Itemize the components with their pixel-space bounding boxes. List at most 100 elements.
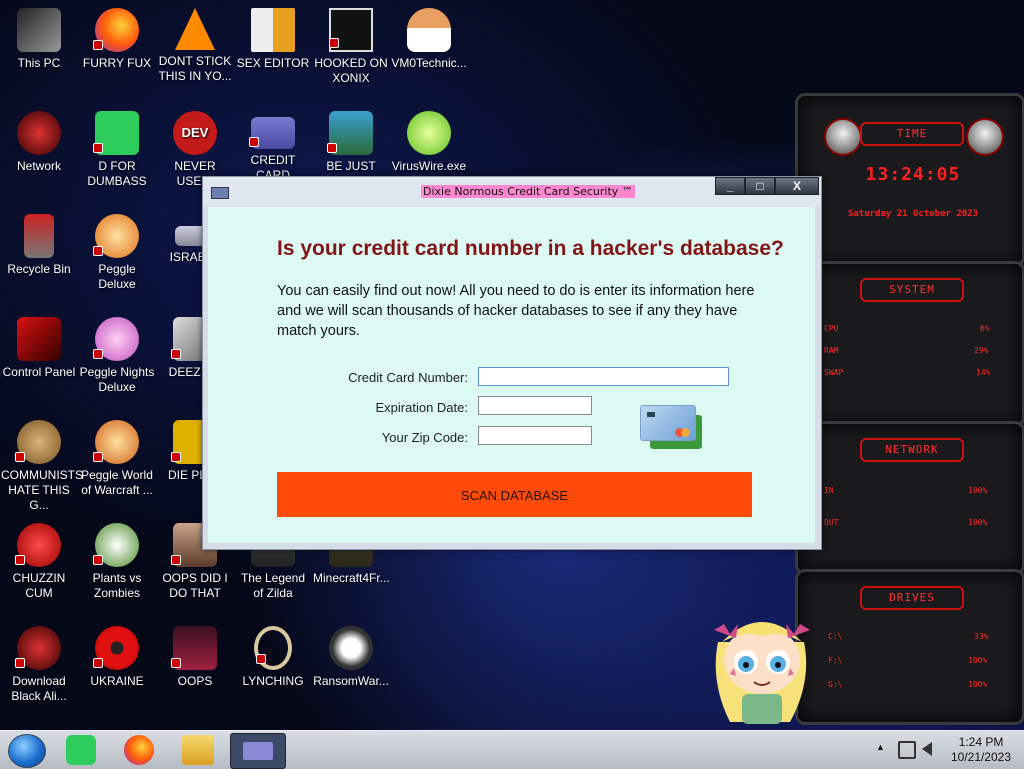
icon-label: Peggle World of Warcraft ... xyxy=(81,468,153,497)
desktop-icon-furry-fux[interactable]: FURRY FUX xyxy=(78,2,156,71)
vlc-cone-icon xyxy=(175,8,215,50)
taskbar-time: 1:24 PM xyxy=(958,735,1004,749)
this-pc-icon xyxy=(17,8,61,52)
icon-label: VM0Technic... xyxy=(391,56,467,70)
icon-label: DONT STICK THIS IN YO... xyxy=(158,54,232,83)
dev-cpp-icon: DEV xyxy=(173,111,217,155)
network-title: NETWORK xyxy=(860,438,964,462)
close-button[interactable]: X xyxy=(775,177,819,195)
warning-badge-icon xyxy=(15,658,25,668)
pvz-icon xyxy=(93,523,139,567)
icon-label: RansomWar... xyxy=(313,674,389,688)
limewire-icon xyxy=(407,111,451,155)
minimize-button[interactable]: _ xyxy=(715,177,745,195)
credit-card-icon xyxy=(249,117,295,149)
icon-label: LYNCHING xyxy=(242,674,304,688)
desktop-icon-peggle-deluxe[interactable]: Peggle Deluxe xyxy=(78,208,156,292)
icon-label: COMMUNISTS HATE THIS G... xyxy=(1,468,83,512)
desktop-icon-lynching[interactable]: LYNCHING xyxy=(234,620,312,689)
dude-icon xyxy=(327,111,373,155)
app-window-icon xyxy=(211,187,229,199)
maximize-button[interactable]: □ xyxy=(745,177,775,195)
desktop-icon-sex-editor[interactable]: SEX EDITOR xyxy=(234,2,312,71)
ram-label: RAM xyxy=(824,346,839,355)
taskbar-file-explorer-icon[interactable] xyxy=(182,735,214,765)
desktop-icon-plants-vs-zombies[interactable]: Plants vs Zombies xyxy=(78,517,156,601)
volume-tray-icon[interactable] xyxy=(922,742,932,756)
warning-badge-icon xyxy=(93,349,103,359)
control-panel-icon xyxy=(17,317,61,361)
taskbar-credit-card-checker-button[interactable] xyxy=(230,733,286,769)
window-titlebar[interactable]: Dixie Normous Credit Card Security ™ _ □… xyxy=(203,177,821,207)
net-out-value: 100% xyxy=(968,518,988,527)
warning-badge-icon xyxy=(93,246,103,256)
net-in-value: 100% xyxy=(968,486,988,495)
desktop-icon-this-pc[interactable]: This PC xyxy=(0,2,78,71)
desktop-icon-communists[interactable]: COMMUNISTS HATE THIS G... xyxy=(0,414,83,513)
drive-g-label: G:\ xyxy=(828,680,843,689)
icon-label: UKRAINE xyxy=(90,674,144,688)
gadget-clock: 13:24:05 xyxy=(865,164,961,185)
drives-panel: DRIVES C:\ 33% F:\ 100% G:\ 100% xyxy=(795,569,1024,725)
zip-code-input[interactable] xyxy=(478,426,592,445)
credit-card-icon xyxy=(243,742,273,760)
expiration-date-input[interactable] xyxy=(478,396,592,415)
network-icon xyxy=(17,111,61,155)
chuzzle-icon xyxy=(15,523,61,567)
gadget-date: Saturday 21 October 2023 xyxy=(847,209,979,219)
network-tray-icon[interactable] xyxy=(898,741,916,759)
warning-badge-icon xyxy=(249,137,259,147)
net-out-label: OUT xyxy=(824,518,839,527)
desktop-icon-viruswire[interactable]: VirusWire.exe xyxy=(390,105,468,174)
icon-label: VirusWire.exe xyxy=(391,159,467,173)
taskbar-clock[interactable]: 1:24 PM 10/21/2023 xyxy=(944,735,1018,765)
intro-text: You can easily find out now! All you nee… xyxy=(277,283,755,339)
alien-head-icon xyxy=(824,118,862,156)
desktop-icon-recycle-bin[interactable]: Recycle Bin xyxy=(0,208,78,277)
taskbar-firefox-icon[interactable] xyxy=(124,735,154,765)
taskbar-spotify-icon[interactable] xyxy=(66,735,96,765)
alien-icon xyxy=(15,626,61,670)
desktop-icon-peggle-wow[interactable]: Peggle World of Warcraft ... xyxy=(78,414,156,498)
system-panel: SYSTEM CPU 6% RAM 29% SWAP 14% xyxy=(795,261,1024,427)
icon-label: Network xyxy=(16,159,61,173)
drive-g-value: 100% xyxy=(968,680,988,689)
credit-cards-image xyxy=(638,405,704,453)
desktop-icon-download-black-ali[interactable]: Download Black Ali... xyxy=(0,620,78,704)
desktop-icon-chuzzin[interactable]: CHUZZIN CUM xyxy=(0,517,78,601)
desktop-icon-peggle-nights[interactable]: Peggle Nights Deluxe xyxy=(78,311,156,395)
drive-f-value: 100% xyxy=(968,656,988,665)
icon-label: Recycle Bin xyxy=(7,262,71,276)
money-bag-icon xyxy=(15,420,61,464)
ram-value: 29% xyxy=(974,346,989,355)
start-button[interactable] xyxy=(8,734,46,768)
desktop-icon-dont-stick[interactable]: DONT STICK THIS IN YO... xyxy=(156,2,234,84)
warning-badge-icon xyxy=(171,658,181,668)
desktop-icon-oops[interactable]: OOPS xyxy=(156,620,234,689)
icon-label: OOPS DID I DO THAT xyxy=(162,571,228,600)
desktop-icon-ukraine[interactable]: UKRAINE xyxy=(78,620,156,689)
scan-database-button[interactable]: SCAN DATABASE xyxy=(277,472,752,517)
desktop-icon-network[interactable]: Network xyxy=(0,105,78,174)
icon-label: CHUZZIN CUM xyxy=(12,571,66,600)
noose-icon xyxy=(254,626,292,670)
skull-icon xyxy=(329,626,373,670)
drive-c-value: 33% xyxy=(974,632,989,641)
icon-label: Download Black Ali... xyxy=(11,674,67,703)
desktop-icon-hooked-on-xonix[interactable]: HOOKED ON XONIX xyxy=(312,2,390,86)
credit-card-number-input[interactable] xyxy=(478,367,729,386)
desktop-icon-control-panel[interactable]: Control Panel xyxy=(0,311,78,380)
icon-label: Peggle Nights Deluxe xyxy=(79,365,155,394)
zip-code-label: Your Zip Code: xyxy=(381,430,468,445)
desktop-icon-d-for-dumbass[interactable]: D FOR DUMBASS xyxy=(78,105,156,189)
warning-badge-icon xyxy=(327,143,337,153)
tray-overflow-icon[interactable]: ▲ xyxy=(876,742,885,752)
desktop-icon-vm0technic[interactable]: VM0Technic... xyxy=(390,2,468,71)
warning-badge-icon xyxy=(93,452,103,462)
card-chip-icon xyxy=(647,412,655,417)
desktop-icon-ransomware[interactable]: RansomWar... xyxy=(312,620,390,689)
icon-label: This PC xyxy=(17,56,61,70)
oops-icon xyxy=(171,626,217,670)
page-title: Is your credit card number in a hacker's… xyxy=(277,237,784,260)
window-content: Is your credit card number in a hacker's… xyxy=(208,207,815,543)
